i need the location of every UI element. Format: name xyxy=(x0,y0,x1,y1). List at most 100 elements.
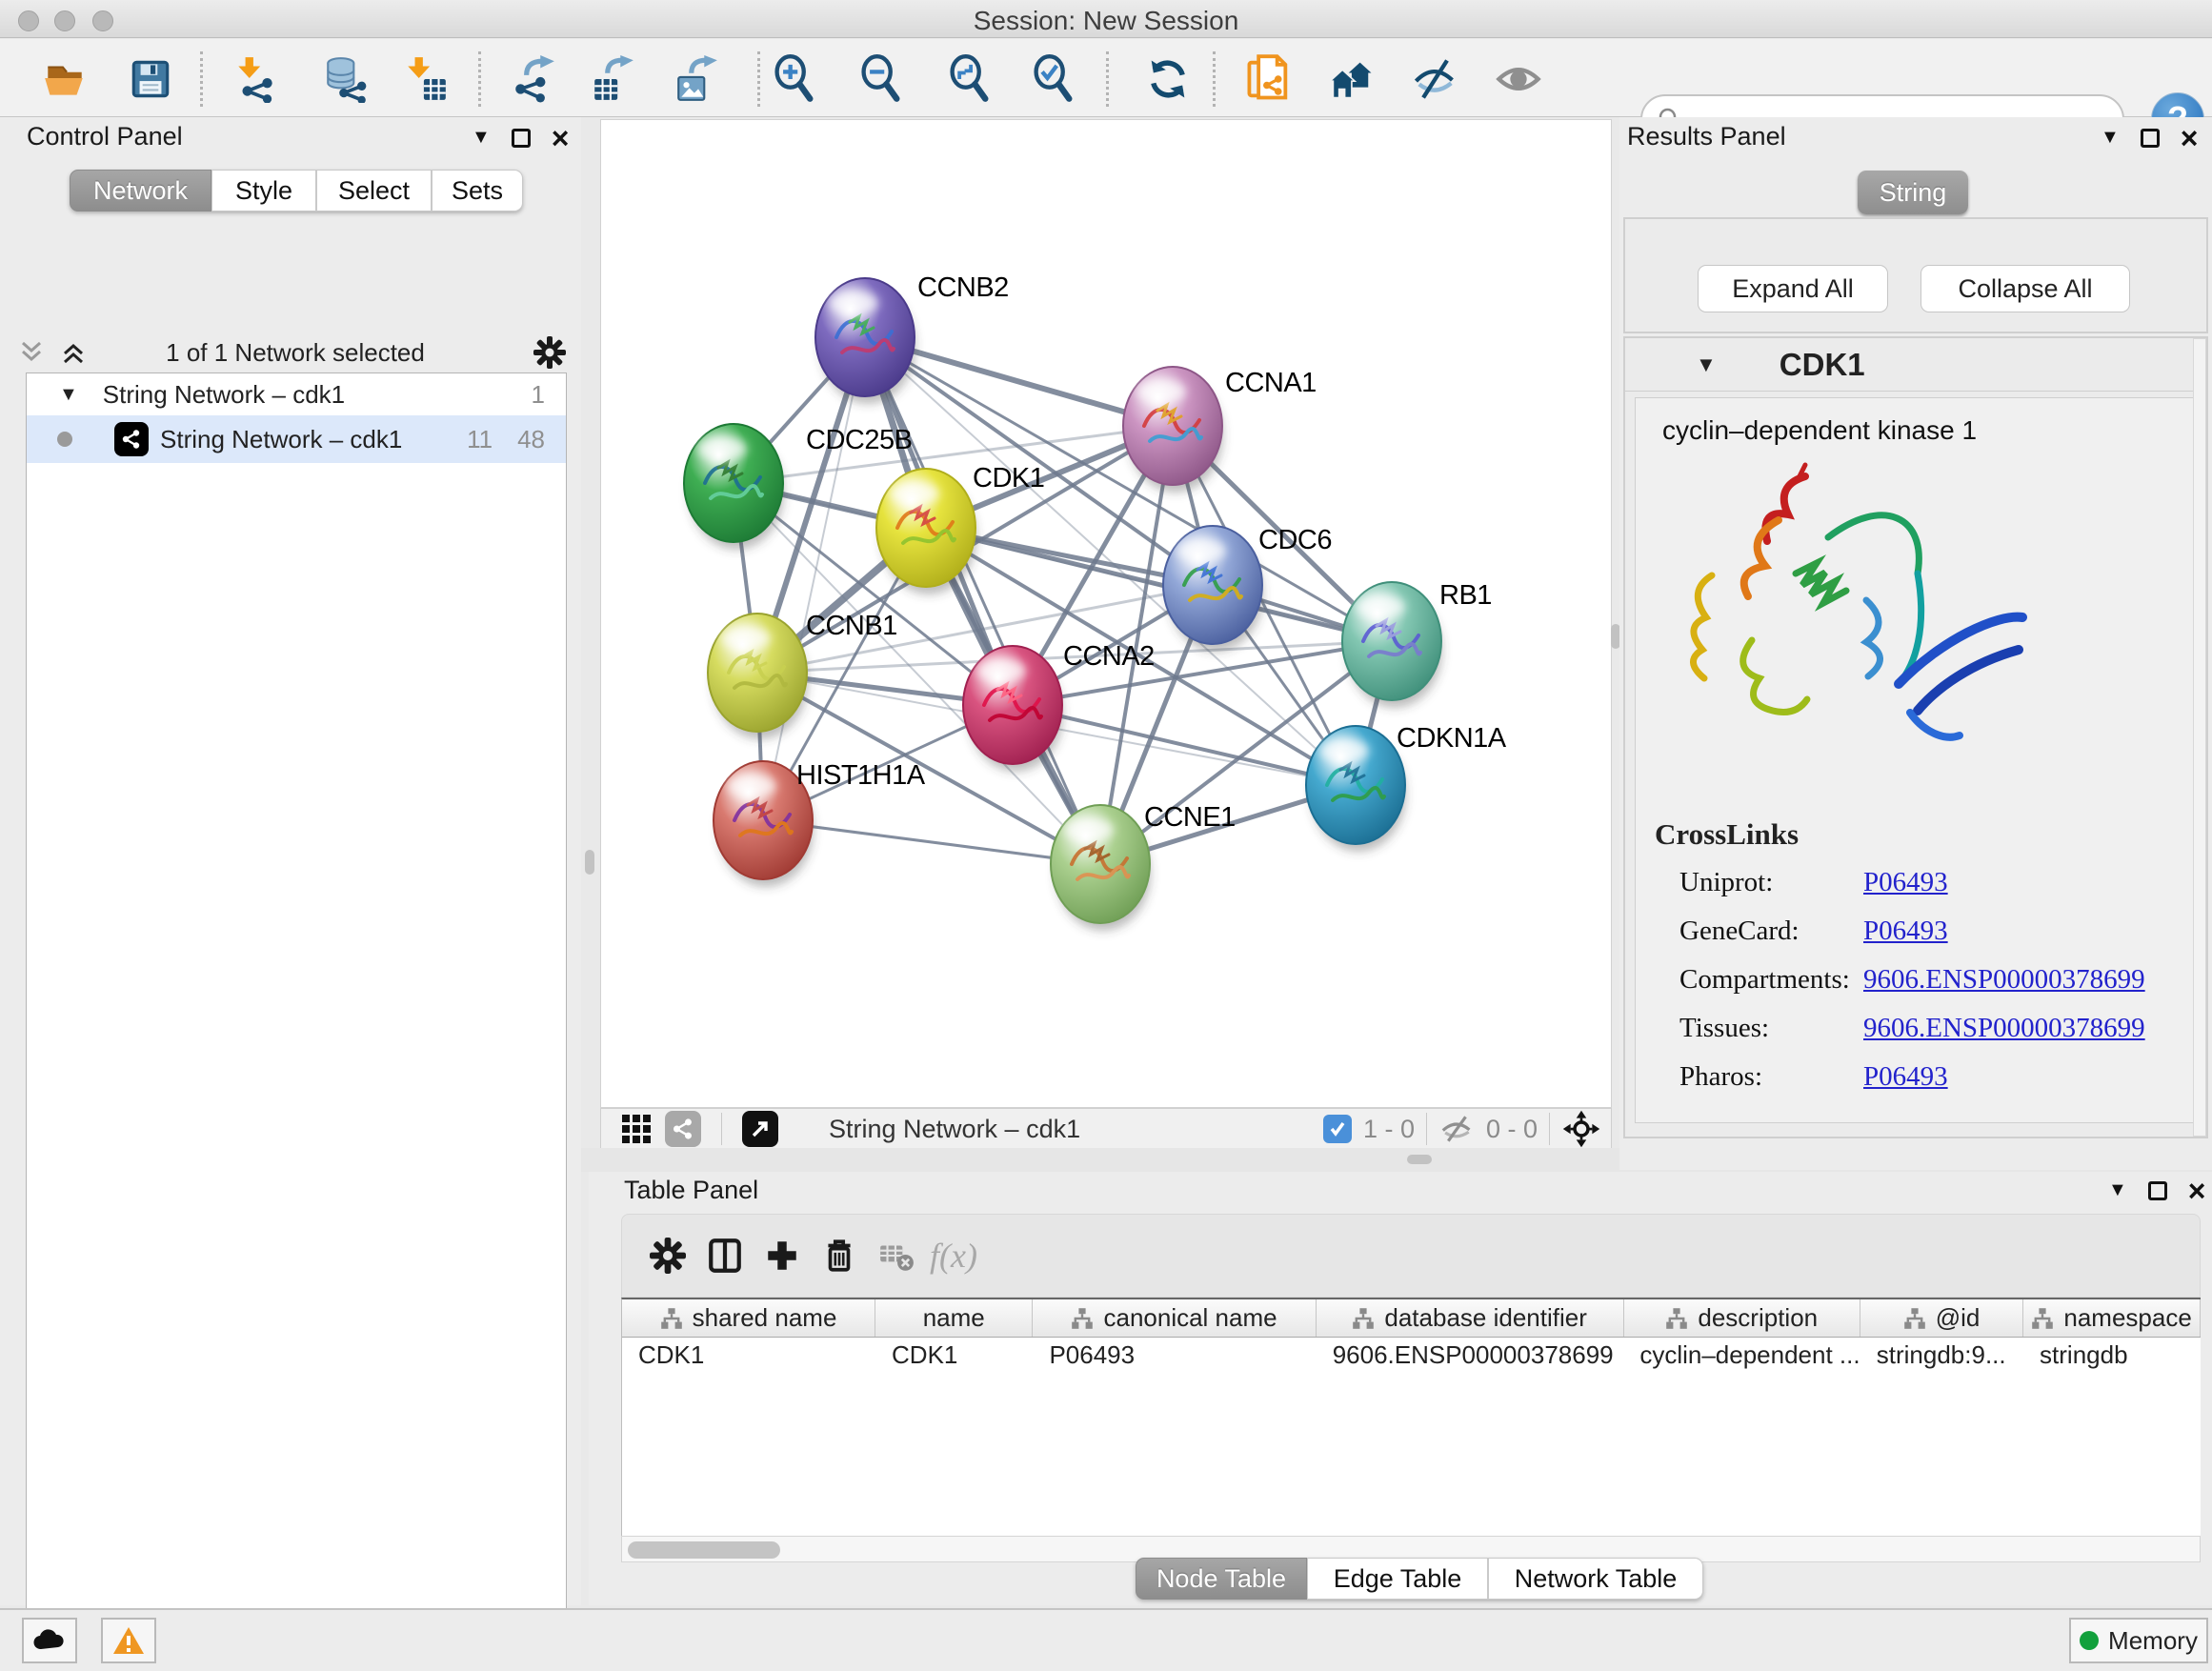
tab-style[interactable]: Style xyxy=(211,170,316,211)
control-panel: Control Panel ▼ × NetworkStyleSelectSets… xyxy=(0,117,581,1605)
splitter-handle[interactable] xyxy=(1407,1155,1432,1164)
results-tab-string[interactable]: String xyxy=(1858,171,1968,214)
import-table-icon[interactable] xyxy=(400,53,452,105)
pan-crosshair-icon[interactable] xyxy=(1561,1109,1601,1149)
network-node-CDK1[interactable] xyxy=(876,469,976,594)
network-node-CCNE1[interactable] xyxy=(1051,805,1151,931)
scrollbar-thumb[interactable] xyxy=(628,1541,780,1559)
window-title: Session: New Session xyxy=(0,6,2212,36)
column-header-description[interactable]: description xyxy=(1624,1299,1860,1337)
tab-sets[interactable]: Sets xyxy=(432,170,523,211)
crosslink-link[interactable]: 9606.ENSP00000378699 xyxy=(1863,964,2145,1013)
collapse-all-button[interactable]: Collapse All xyxy=(1920,265,2130,312)
collapse-all-icon[interactable] xyxy=(19,340,51,365)
panel-float-icon[interactable]: ▼ xyxy=(2101,127,2120,149)
splitter-handle[interactable] xyxy=(585,850,594,875)
refresh-layout-icon[interactable] xyxy=(1142,53,1194,105)
create-column-icon[interactable] xyxy=(754,1227,811,1284)
export-network-icon[interactable] xyxy=(509,53,560,105)
zoom-in-icon[interactable] xyxy=(769,53,820,105)
column-header-@id[interactable]: @id xyxy=(1860,1299,2023,1337)
panel-close-icon[interactable]: × xyxy=(2188,1181,2206,1200)
crosslink-link[interactable]: P06493 xyxy=(1863,1061,1948,1110)
tab-network-table[interactable]: Network Table xyxy=(1488,1558,1703,1600)
delete-table-icon[interactable] xyxy=(868,1227,925,1284)
delete-column-icon[interactable] xyxy=(811,1227,868,1284)
selected-checkbox-icon[interactable] xyxy=(1323,1115,1352,1143)
results-panel-title: Results Panel xyxy=(1627,122,1786,151)
results-scrollbar[interactable] xyxy=(2193,338,2206,1137)
hidden-eye-icon[interactable] xyxy=(1438,1114,1475,1144)
gene-expander-icon[interactable]: ▼ xyxy=(1696,352,1717,377)
network-row[interactable]: String Network – cdk1 11 48 xyxy=(27,415,566,463)
zoom-out-icon[interactable] xyxy=(855,53,907,105)
network-edge[interactable] xyxy=(763,337,865,820)
column-header-canonical-name[interactable]: canonical name xyxy=(1033,1299,1316,1337)
copy-style-icon[interactable] xyxy=(1243,53,1295,105)
panel-maximize-icon[interactable] xyxy=(2141,129,2160,148)
network-edge[interactable] xyxy=(1013,705,1356,785)
tab-edge-table[interactable]: Edge Table xyxy=(1307,1558,1488,1600)
export-table-icon[interactable] xyxy=(588,53,639,105)
gene-section-header[interactable]: ▼ CDK1 xyxy=(1625,338,2206,392)
import-database-icon[interactable] xyxy=(320,53,372,105)
warning-button[interactable] xyxy=(101,1618,156,1663)
network-list-gear-icon[interactable] xyxy=(533,336,566,369)
open-session-icon[interactable] xyxy=(39,53,90,105)
crosslink-label: Compartments: xyxy=(1679,964,1863,1013)
memory-button[interactable]: Memory xyxy=(2069,1618,2208,1663)
network-node-CDC25B[interactable] xyxy=(684,424,784,550)
export-image-icon[interactable] xyxy=(672,53,723,105)
column-header-shared-name[interactable]: shared name xyxy=(622,1299,875,1337)
panel-float-icon[interactable]: ▼ xyxy=(472,127,491,149)
zoom-fit-icon[interactable] xyxy=(944,53,995,105)
function-builder-icon[interactable]: f(x) xyxy=(925,1227,982,1284)
expand-all-button[interactable]: Expand All xyxy=(1698,265,1888,312)
show-all-eye-icon[interactable] xyxy=(1493,53,1544,105)
network-node-CCNB1[interactable] xyxy=(708,614,808,739)
network-node-RB1[interactable] xyxy=(1342,582,1442,708)
panel-close-icon[interactable]: × xyxy=(552,129,570,148)
expand-all-icon[interactable] xyxy=(61,340,93,365)
panel-close-icon[interactable]: × xyxy=(2181,129,2199,148)
table-row[interactable]: CDK1CDK1P064939606.ENSP00000378699cyclin… xyxy=(622,1338,2201,1372)
tab-select[interactable]: Select xyxy=(316,170,432,211)
home-icon[interactable] xyxy=(1327,53,1378,105)
node-label-CDC25B: CDC25B xyxy=(806,425,912,455)
network-node-CCNA1[interactable] xyxy=(1123,367,1223,493)
network-node-CDKN1A[interactable] xyxy=(1306,726,1406,852)
node-label-CDC6: CDC6 xyxy=(1258,525,1332,555)
tab-network[interactable]: Network xyxy=(70,170,211,211)
gene-section: ▼ CDK1 cyclin–dependent kinase 1 xyxy=(1623,336,2208,1138)
tab-node-table[interactable]: Node Table xyxy=(1136,1558,1307,1600)
panel-maximize-icon[interactable] xyxy=(512,129,531,148)
results-panel: Results Panel ▼ × String Expand All Coll… xyxy=(1619,117,2212,1170)
panel-maximize-icon[interactable] xyxy=(2148,1181,2167,1200)
panel-float-icon[interactable]: ▼ xyxy=(2108,1179,2127,1201)
show-columns-icon[interactable] xyxy=(696,1227,754,1284)
collection-expander-icon[interactable]: ▼ xyxy=(59,384,78,406)
column-header-namespace[interactable]: namespace xyxy=(2023,1299,2201,1337)
network-name: String Network – cdk1 xyxy=(160,425,402,454)
toolbar-separator xyxy=(1213,51,1216,107)
crosslink-link[interactable]: P06493 xyxy=(1863,867,1948,916)
network-node-CDC6[interactable] xyxy=(1163,526,1263,652)
network-canvas[interactable]: CCNB2CCNA1CDC25BCDK1CDC6RB1CCNB1CCNA2CDK… xyxy=(600,119,1612,1108)
network-node-CCNB2[interactable] xyxy=(815,278,915,404)
node-label-CCNB2: CCNB2 xyxy=(917,272,1009,303)
cloud-button[interactable] xyxy=(22,1618,77,1663)
node-label-CCNA2: CCNA2 xyxy=(1063,641,1155,672)
import-network-icon[interactable] xyxy=(230,53,281,105)
column-header-name[interactable]: name xyxy=(875,1299,1033,1337)
zoom-selected-icon[interactable] xyxy=(1028,53,1079,105)
network-collection-row[interactable]: ▼ String Network – cdk1 1 xyxy=(27,373,566,415)
save-session-icon[interactable] xyxy=(125,53,176,105)
crosslink-link[interactable]: 9606.ENSP00000378699 xyxy=(1863,1013,2145,1061)
network-edge[interactable] xyxy=(763,820,1100,864)
crosslink-link[interactable]: P06493 xyxy=(1863,916,1948,964)
column-header-database-identifier[interactable]: database identifier xyxy=(1317,1299,1624,1337)
network-node-CCNA2[interactable] xyxy=(963,646,1063,772)
table-cell: P06493 xyxy=(1033,1338,1316,1372)
hide-selected-eye-icon[interactable] xyxy=(1409,53,1460,105)
table-gear-icon[interactable] xyxy=(639,1227,696,1284)
